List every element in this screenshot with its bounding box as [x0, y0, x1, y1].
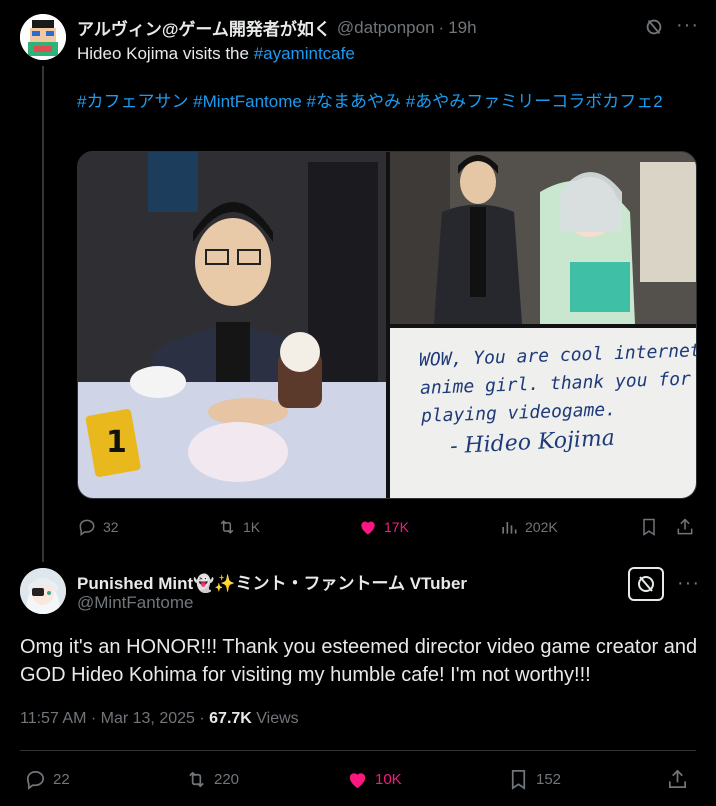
like-count: 17K	[384, 519, 409, 535]
tweet-text-prefix: Hideo Kojima visits the	[77, 44, 254, 63]
note-signature: - Hideo Kojima	[449, 425, 616, 460]
repost-button[interactable]: 1K	[217, 512, 260, 542]
note-line-3: playing videogame.	[420, 399, 617, 427]
separator-dot: ·	[438, 17, 445, 37]
like-icon	[349, 772, 366, 788]
svg-text:1: 1	[106, 425, 127, 460]
bookmark-icon	[511, 769, 526, 790]
reply-display-name[interactable]: Punished Mint👻✨ミント・ファントーム VTuber	[77, 569, 467, 594]
more-icon[interactable]: ···	[676, 14, 699, 37]
reply-button[interactable]: 22	[24, 764, 70, 794]
reply-views-label: Views	[251, 710, 299, 727]
share-button[interactable]	[675, 512, 695, 542]
like-button[interactable]: 17K	[358, 512, 409, 542]
media-grid[interactable]: 1 WOW, You are cool internet anime girl.…	[77, 151, 697, 499]
like-button[interactable]: 10K	[346, 764, 402, 794]
hashtag-link[interactable]: #ayamintcafe	[254, 44, 355, 63]
share-icon	[668, 769, 687, 788]
reply-action-bar: 22 220 10K 152	[20, 764, 696, 796]
reply-text: Omg it's an HONOR!!! Thank you esteemed …	[20, 636, 698, 686]
reply-icon	[79, 519, 95, 536]
timestamp[interactable]: 19h	[448, 18, 476, 38]
views-icon	[502, 522, 517, 534]
tweet-text: Hideo Kojima visits the #ayamintcafe	[77, 42, 677, 66]
like-count: 10K	[375, 770, 402, 788]
share-button[interactable]	[666, 764, 689, 794]
bookmark-icon	[643, 518, 655, 536]
bookmark-count: 152	[536, 770, 562, 788]
repost-button[interactable]: 220	[185, 764, 239, 794]
reply-count: 22	[53, 770, 70, 788]
reply-button[interactable]: 32	[77, 512, 119, 542]
note-line-1: WOW, You are cool internet	[418, 340, 697, 371]
divider	[20, 750, 696, 751]
grok-icon[interactable]	[643, 16, 665, 38]
avatar[interactable]	[20, 14, 66, 60]
note-text: WOW, You are cool internet anime girl. t…	[418, 337, 697, 431]
handle[interactable]: @datponpon	[337, 18, 435, 38]
action-bar: 32 1K 17K 202K	[77, 512, 697, 542]
repost-count: 1K	[243, 519, 261, 535]
reply-avatar[interactable]	[20, 568, 66, 614]
display-name[interactable]: アルヴィン@ゲーム開発者が如く	[77, 15, 331, 40]
reply-icon	[26, 770, 45, 790]
more-icon[interactable]: ···	[677, 572, 700, 595]
reply-handle[interactable]: @MintFantome	[77, 593, 193, 613]
photo-kojima-seated[interactable]: 1	[78, 152, 386, 498]
bookmark-button[interactable]	[639, 512, 659, 542]
repost-count: 220	[214, 770, 240, 788]
note-line-2: anime girl. thank you for	[419, 368, 692, 399]
parent-tweet[interactable]: アルヴィン@ゲーム開発者が如く @datponpon · 19h ··· Hid…	[0, 0, 716, 560]
reply-count: 32	[103, 519, 119, 535]
photo-signed-note[interactable]: WOW, You are cool internet anime girl. t…	[390, 328, 697, 498]
reply-meta: 11:57 AM · Mar 13, 2025 · 67.7K Views	[20, 710, 299, 728]
repost-icon	[189, 771, 204, 787]
views-button[interactable]: 202K	[499, 512, 558, 542]
repost-icon	[220, 520, 234, 534]
share-icon	[677, 518, 693, 535]
reply-views-count: 67.7K	[209, 710, 252, 727]
reply-timestamp[interactable]: 11:57 AM · Mar 13, 2025 ·	[20, 710, 209, 727]
photo-kojima-standing[interactable]	[390, 152, 696, 324]
bookmark-button[interactable]: 152	[507, 764, 561, 794]
like-icon	[361, 521, 375, 535]
grok-icon[interactable]	[628, 567, 664, 601]
hashtags[interactable]: #カフェアサン #MintFantome #なまあやみ #あやみファミリーコラボ…	[77, 90, 677, 114]
views-count: 202K	[525, 519, 558, 535]
